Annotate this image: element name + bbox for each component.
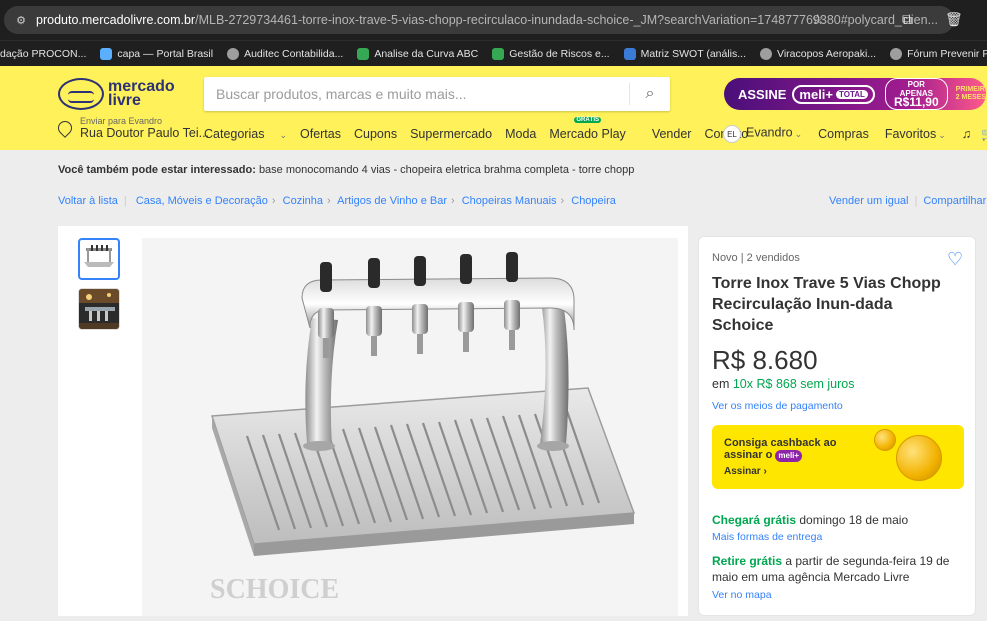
buy-box: Novo | 2 vendidos ♡ Torre Inox Trave 5 V… — [698, 236, 976, 616]
delivery-location[interactable]: Enviar para Evandro Rua Doutor Paulo Tei… — [55, 116, 209, 140]
location-pin-icon — [55, 118, 75, 138]
bookmark-item[interactable]: Viracopos Aeropaki... — [760, 47, 876, 60]
globe-icon — [227, 47, 240, 60]
see-map-link[interactable]: Ver no mapa — [712, 589, 772, 601]
site-info-icon[interactable]: ⚙ — [14, 13, 28, 27]
bookmark-star-icon[interactable]: ☆ — [811, 11, 824, 28]
chevron-down-icon: ⌄ — [794, 128, 803, 139]
extensions-icon[interactable]: ⧉ — [902, 11, 912, 28]
bookmark-item[interactable]: Matriz SWOT (anális... — [623, 47, 746, 60]
bookmark-item[interactable]: Auditec Contabilida... — [227, 47, 343, 60]
nav-supermercado[interactable]: Supermercado — [410, 127, 492, 141]
chevron-down-icon: ⌄ — [938, 130, 946, 140]
nav-moda[interactable]: Moda — [505, 127, 536, 141]
site-header: mercadolivre ⌕ ASSINE meli+TOTAL POR APE… — [0, 66, 987, 150]
sell-similar-link[interactable]: Vender um igual — [829, 195, 909, 207]
globe-icon — [760, 47, 773, 60]
browser-toolbar: ⚙ produto.mercadolivre.com.br/MLB-272973… — [0, 0, 987, 40]
shipping-info: Chegará grátis domingo 18 de maio — [712, 513, 909, 527]
address-bar[interactable]: ⚙ produto.mercadolivre.com.br/MLB-272973… — [4, 6, 954, 34]
tower-thumbnail-image — [84, 245, 114, 267]
nav-ofertas[interactable]: Ofertas — [300, 127, 341, 141]
nav-mercado-play[interactable]: GRÁTIS Mercado Play — [549, 117, 638, 141]
beer-tower-image: SCHOICE — [210, 252, 636, 605]
sheets-icon — [492, 47, 505, 60]
nav-cupons[interactable]: Cupons — [354, 127, 397, 141]
product-main-image[interactable]: SCHOICE — [142, 238, 678, 616]
pickup-info: Retire grátis a partir de segunda-feira … — [712, 554, 950, 584]
breadcrumb-item[interactable]: Chopeiras Manuais — [462, 195, 557, 207]
bookmark-item[interactable]: Gestão de Riscos e... — [492, 47, 610, 60]
product-title: Torre Inox Trave 5 Vias Chopp Recirculaç… — [712, 275, 941, 334]
bookmark-item[interactable]: Fórum Prevenir Per... — [890, 47, 987, 60]
gallery-thumbnail[interactable] — [78, 238, 120, 280]
related-searches: Você também pode estar interessado: base… — [58, 164, 635, 176]
bookmarks-bar: dação PROCON... capa — Portal Brasil Aud… — [0, 40, 987, 66]
nav-compras[interactable]: Compras — [818, 127, 869, 141]
condition-sold-count: Novo | 2 vendidos — [712, 252, 800, 264]
coin-icon — [874, 429, 896, 451]
breadcrumb-item[interactable]: Cozinha — [283, 195, 323, 207]
product-gallery: SCHOICE — [58, 226, 688, 616]
gratis-badge: GRÁTIS — [574, 117, 602, 123]
url-path: /MLB-2729734461-torre-inox-trave-5-vias-… — [195, 13, 939, 27]
installments: em 10x R$ 868 sem juros — [712, 377, 855, 391]
globe-icon — [890, 47, 903, 60]
slides-icon — [623, 47, 636, 60]
url-host: produto.mercadolivre.com.br — [36, 13, 196, 27]
meli-plus-banner[interactable]: ASSINE meli+ TOTAL POR APENAS R$11,90 PRIM… — [724, 78, 987, 110]
sheets-icon — [357, 47, 370, 60]
bell-icon[interactable]: ♫ — [962, 127, 971, 141]
subscribe-link[interactable]: Assinar › — [724, 466, 767, 477]
bookmark-item[interactable]: Analise da Curva ABC — [357, 47, 478, 60]
search-icon[interactable]: ⌕ — [630, 85, 670, 103]
mercado-livre-logo[interactable]: mercado livre — [58, 78, 175, 110]
search-input[interactable] — [204, 77, 629, 111]
coin-icon — [896, 435, 942, 481]
payment-methods-link[interactable]: Ver os meios de pagamento — [712, 400, 843, 412]
trash-icon[interactable]: 🗑 — [945, 11, 963, 28]
breadcrumb-item[interactable]: Chopeira — [571, 195, 616, 207]
user-menu[interactable]: EL Evandro ⌄ — [723, 125, 802, 143]
heart-icon[interactable]: ♡ — [947, 249, 963, 270]
watermark-text: SCHOICE — [210, 574, 339, 605]
related-search-links[interactable]: base monocomando 4 vias - chopeira eletr… — [259, 164, 634, 176]
share-link[interactable]: Compartilhar — [923, 195, 986, 207]
bookmark-favicon-icon — [100, 47, 113, 60]
more-shipping-link[interactable]: Mais formas de entrega — [712, 531, 822, 543]
back-to-list-link[interactable]: Voltar à lista — [58, 195, 118, 207]
chevron-down-icon: ⌄ — [279, 130, 287, 140]
bar-photo-thumbnail-image — [79, 289, 119, 329]
seller-links: Vender um igual | Compartilhar — [829, 195, 987, 207]
product-price: R$ 8.680 — [712, 345, 818, 375]
bookmark-item[interactable]: capa — Portal Brasil — [100, 47, 213, 60]
search-box: ⌕ — [204, 77, 670, 111]
breadcrumb-item[interactable]: Casa, Móveis e Decoração — [136, 195, 268, 207]
gallery-thumbnail[interactable] — [78, 288, 120, 330]
handshake-icon — [58, 78, 104, 110]
main-nav: Categorias ⌄ Ofertas Cupons Supermercado … — [204, 117, 761, 141]
avatar: EL — [723, 125, 741, 143]
breadcrumb-item[interactable]: Artigos de Vinho e Bar — [337, 195, 447, 207]
nav-categorias[interactable]: Categorias ⌄ — [204, 127, 287, 141]
bookmark-item[interactable]: dação PROCON... — [0, 48, 86, 60]
cart-icon[interactable]: 🛒 — [981, 127, 987, 142]
nav-vender[interactable]: Vender — [652, 127, 692, 141]
nav-favoritos[interactable]: Favoritos ⌄ — [885, 127, 946, 141]
user-nav: ELEvandro⌄ Compras Favoritos⌄ ♫ 🛒 — [723, 125, 987, 143]
cashback-banner[interactable]: Consiga cashback ao assinar o meli+ Assin… — [712, 425, 964, 489]
breadcrumb: Voltar à lista | Casa, Móveis e Decoração… — [58, 195, 616, 207]
